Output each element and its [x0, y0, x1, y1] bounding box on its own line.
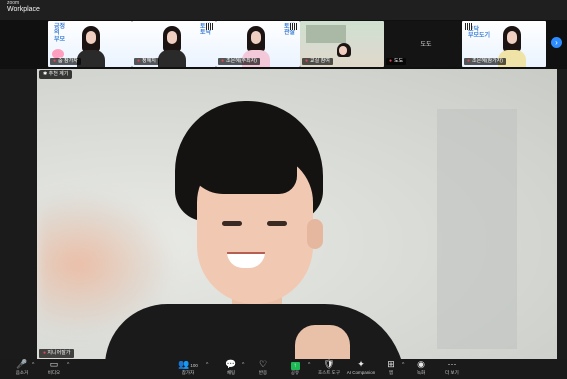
mic-muted-icon: ● — [467, 58, 471, 64]
participant-name: 교실 참여 — [310, 58, 330, 64]
room-screen — [306, 25, 346, 43]
participant-count: 100 — [190, 363, 198, 368]
participant-center-name: 도도 — [420, 42, 432, 48]
participant-thumbnail[interactable]: 토닥 부모도기 ● 조은혜(참가자) — [462, 21, 546, 67]
mic-muted-icon: ● — [137, 58, 141, 64]
participant-thumbnail[interactable]: 토닥토닥 ●정혜지 — [132, 21, 216, 67]
participant-video — [336, 43, 352, 67]
active-speaker-video[interactable] — [37, 69, 557, 359]
mic-muted-icon: ● — [221, 58, 225, 64]
participant-name: 도도 — [394, 58, 404, 64]
more-button[interactable]: ⋯ 더 보기 — [432, 359, 472, 379]
participant-thumbnail[interactable]: 긍정 의 부모 ● 줌 참가자 — [48, 21, 132, 67]
participant-name: 줌 참가자 — [58, 58, 78, 64]
participant-name-tag: ● 조은혜(주최자) — [218, 58, 260, 65]
participants-button[interactable]: 👥100 참가자 — [168, 359, 208, 379]
chevron-up-icon[interactable]: ^ — [67, 362, 69, 368]
poster-text: 긍정 의 부모 — [54, 24, 66, 43]
participants-label: 참가자 — [181, 370, 195, 375]
more-icon: ⋯ — [447, 359, 457, 369]
participant-name-tag: ● 도도 — [386, 58, 407, 65]
qr-code-icon — [465, 23, 472, 30]
speaker-name-tag: ● 지니어잘가 — [39, 349, 75, 358]
spotlight-tag[interactable]: ✱ 추천 계기 — [39, 70, 73, 79]
mic-muted-icon: ● — [305, 58, 309, 64]
participant-name: 정혜지 — [142, 58, 156, 64]
meeting-toolbar: 🎤 음소거 ^ ▭ 비디오 ^ 👥100 참가자 ^ 💬 채팅 ^ ♡ 반응 ↑… — [0, 359, 567, 379]
participant-name-tag: ● 정혜지 — [134, 58, 159, 65]
participants-icon: 👥100 — [178, 359, 198, 369]
participant-name: 조은혜(주최자) — [226, 58, 257, 64]
participant-name-tag: ● 교실 참여 — [302, 58, 333, 65]
next-page-button[interactable]: › — [551, 37, 562, 48]
video-label: 비디오 — [47, 370, 61, 375]
participant-thumbnail[interactable]: ● 교실 참여 — [300, 21, 384, 67]
mic-muted-icon: ● — [53, 58, 57, 64]
chevron-up-icon[interactable]: ^ — [206, 362, 208, 368]
more-label: 더 보기 — [445, 370, 459, 375]
spotlight-label: 추천 계기 — [48, 71, 69, 77]
participant-name-tag: ● 조은혜(참가자) — [464, 58, 506, 65]
participant-name: 조은혜(참가자) — [472, 58, 503, 64]
title-bar: zoom Workplace — [0, 0, 567, 20]
participant-name-tag: ● 줌 참가자 — [50, 58, 81, 65]
qr-code-icon — [206, 23, 213, 30]
participant-video — [158, 26, 186, 67]
app-title-line1: zoom — [7, 0, 20, 6]
app-title-line2: Workplace — [7, 6, 40, 14]
app-title: zoom Workplace — [7, 0, 40, 14]
mic-muted-icon: ● — [389, 58, 393, 64]
speaker-name: 지니어잘가 — [47, 350, 71, 356]
qr-code-icon — [290, 23, 297, 30]
participant-thumbnail[interactable]: 도도 ● 도도 — [384, 21, 468, 67]
participant-thumbnail[interactable]: 토닥관찰 ●조은혜(주최자) — [216, 21, 300, 67]
participant-video — [77, 26, 105, 67]
